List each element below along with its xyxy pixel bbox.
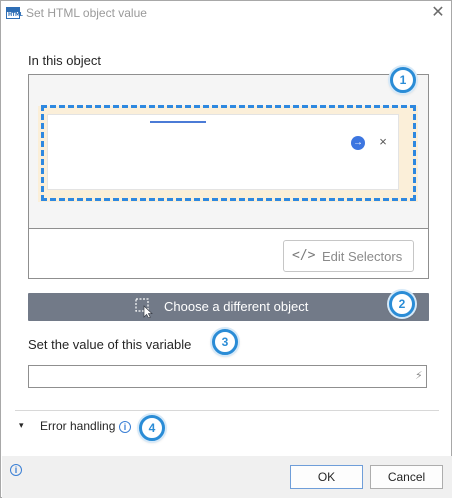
section-divider	[15, 410, 439, 411]
html-icon: HTML	[6, 7, 23, 19]
close-icon[interactable]: ✕	[429, 4, 447, 22]
error-handling-label: Error handling	[40, 419, 116, 433]
object-preview: → ×	[29, 75, 428, 229]
callout-badge-2: 2	[389, 291, 415, 317]
window-title: Set HTML object value	[26, 6, 147, 20]
callout-number: 4	[148, 421, 156, 435]
callout-badge-3: 3	[212, 329, 238, 355]
dialog-footer: i OK Cancel	[2, 456, 452, 498]
object-panel: → × </> Edit Selectors	[28, 74, 429, 279]
selection-cursor-icon	[135, 298, 153, 318]
choose-different-object-label: Choose a different object	[164, 299, 309, 314]
edit-selectors-label: Edit Selectors	[322, 249, 403, 264]
chevron-down-icon: ▾	[19, 420, 24, 430]
html-icon-label: HTML	[8, 12, 23, 18]
edit-selectors-button[interactable]: </> Edit Selectors	[283, 240, 414, 272]
flash-icon[interactable]: ⚡	[415, 369, 423, 382]
selection-outline	[41, 105, 416, 201]
callout-badge-4: 4	[139, 415, 165, 441]
variable-section-label: Set the value of this variable	[28, 337, 192, 352]
ok-button[interactable]: OK	[290, 465, 363, 489]
callout-number: 2	[398, 297, 406, 311]
info-icon[interactable]: i	[10, 464, 22, 476]
title-bar: HTML Set HTML object value ✕	[1, 1, 451, 27]
callout-number: 3	[221, 335, 229, 349]
callout-badge-1: 1	[390, 67, 416, 93]
info-icon[interactable]: i	[119, 421, 131, 433]
code-icon: </>	[292, 248, 316, 263]
variable-field: ⚡	[28, 365, 427, 388]
variable-input[interactable]	[29, 366, 411, 387]
cancel-button[interactable]: Cancel	[370, 465, 443, 489]
object-section-label: In this object	[28, 53, 101, 68]
choose-different-object-button[interactable]: Choose a different object	[28, 293, 429, 321]
callout-number: 1	[399, 73, 407, 87]
set-html-object-value-dialog: HTML Set HTML object value ✕ In this obj…	[0, 0, 452, 498]
